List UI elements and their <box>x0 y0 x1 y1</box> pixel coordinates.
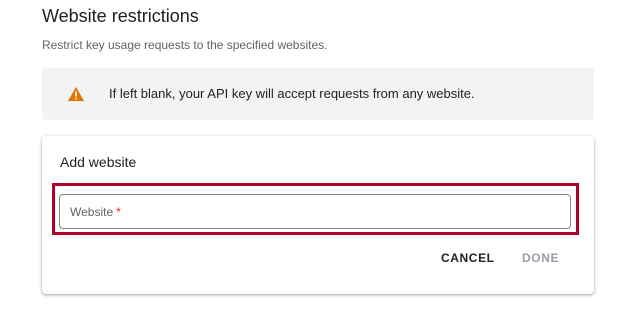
warning-triangle-icon <box>68 87 84 101</box>
website-input-label: Website * <box>70 204 121 220</box>
add-website-card: Add website Website * CANCEL DONE <box>42 136 594 294</box>
website-restrictions-panel: Website restrictions Restrict key usage … <box>0 0 644 312</box>
done-button[interactable]: DONE <box>522 250 559 266</box>
card-title: Add website <box>60 154 137 170</box>
section-subtitle: Restrict key usage requests to the speci… <box>42 38 328 52</box>
section-title: Website restrictions <box>42 6 199 26</box>
warning-banner: If left blank, your API key will accept … <box>42 68 594 120</box>
cancel-button[interactable]: CANCEL <box>441 250 495 266</box>
required-marker: * <box>116 205 121 219</box>
warning-text: If left blank, your API key will accept … <box>109 86 475 101</box>
website-input-label-text: Website <box>70 205 114 219</box>
website-input[interactable]: Website * <box>59 194 571 229</box>
